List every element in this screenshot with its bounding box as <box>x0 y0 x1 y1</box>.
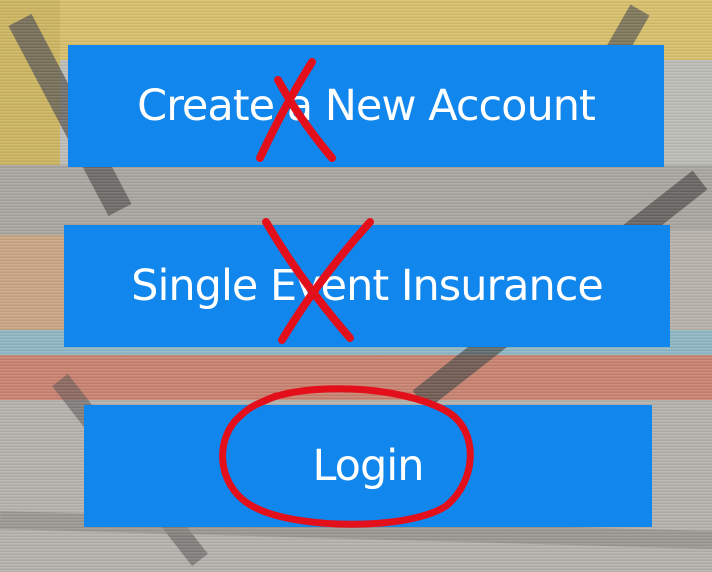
single-event-insurance-button[interactable]: Single Event Insurance <box>64 225 670 347</box>
single-event-insurance-button-label: Single Event Insurance <box>131 261 604 311</box>
create-account-button-label: Create a New Account <box>137 81 596 131</box>
login-button-label: Login <box>312 441 424 491</box>
create-account-button[interactable]: Create a New Account <box>68 45 664 167</box>
screenshot: Create a New Account Single Event Insura… <box>0 0 712 572</box>
login-button[interactable]: Login <box>84 405 652 527</box>
